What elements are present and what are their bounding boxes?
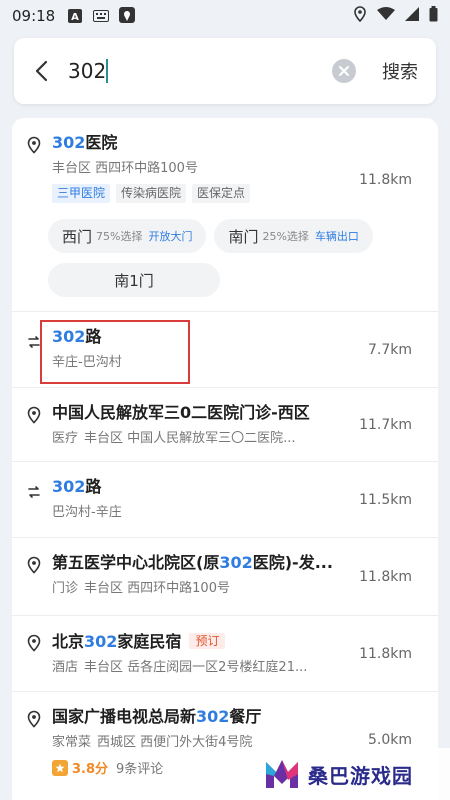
gate-percent: 25%选择 bbox=[262, 230, 309, 243]
title-highlight: 302 bbox=[52, 327, 86, 346]
category: 家常菜 bbox=[52, 735, 92, 750]
clear-button[interactable] bbox=[332, 59, 356, 83]
back-button[interactable] bbox=[28, 56, 54, 86]
result-title: 国家广播电视总局新302餐厅 bbox=[52, 706, 342, 728]
title-pre: 第五医学中心北院区(原 bbox=[52, 553, 220, 572]
a-icon: A bbox=[67, 8, 83, 24]
list-item[interactable]: 中国人民解放军三0二医院门诊-西区 医疗 丰台区 中国人民解放军三〇二医院... … bbox=[12, 388, 438, 462]
results-list: 302医院 丰台区 西四环中路100号 三甲医院 传染病医院 医保定点 11.8… bbox=[12, 118, 438, 800]
review-count: 9条评论 bbox=[116, 762, 164, 777]
status-right bbox=[353, 6, 438, 26]
title-rest: 医院 bbox=[85, 133, 118, 152]
map-pin-icon bbox=[119, 7, 136, 24]
gate-name: 西门 bbox=[62, 227, 93, 246]
list-item[interactable]: 北京302家庭民宿 预订 酒店 丰台区 岳各庄阅园一区2号楼红庭21... 11.8… bbox=[12, 616, 438, 692]
gate-button-south[interactable]: 南门 25%选择 车辆出口 bbox=[214, 219, 373, 253]
rating-score: 3.8分 bbox=[72, 762, 109, 777]
distance: 11.8km bbox=[359, 645, 412, 662]
location-pin-icon bbox=[26, 710, 42, 728]
gate-action: 开放大门 bbox=[148, 230, 193, 243]
title-pre: 国家广播电视总局新 bbox=[52, 707, 197, 726]
gate-name: 南门 bbox=[228, 227, 259, 246]
title-highlight: 302 bbox=[219, 553, 253, 572]
result-title: 第五医学中心北院区(原302医院)-发... bbox=[52, 552, 342, 574]
result-title: 302路 bbox=[52, 476, 342, 498]
distance: 11.8km bbox=[359, 568, 412, 585]
gate-button-south-1[interactable]: 南1门 bbox=[48, 263, 220, 297]
location-pin-icon bbox=[26, 556, 42, 574]
title-highlight: 302 bbox=[84, 632, 118, 651]
result-subtitle: 酒店 丰台区 岳各庄阅园一区2号楼红庭21... bbox=[52, 659, 342, 677]
location-pin-icon bbox=[26, 406, 42, 424]
route-stops: 巴沟村-辛庄 bbox=[52, 505, 122, 520]
location-pin-icon bbox=[26, 136, 42, 154]
category: 门诊 bbox=[52, 581, 79, 596]
title-rest: 路 bbox=[85, 327, 102, 346]
result-subtitle: 医疗 丰台区 中国人民解放军三〇二医院... bbox=[52, 430, 342, 448]
result-address: 丰台区 西四环中路100号 bbox=[52, 161, 198, 176]
status-bar: 09:18 A bbox=[0, 0, 450, 32]
bus-route-icon bbox=[26, 484, 42, 502]
list-item[interactable]: 302医院 丰台区 西四环中路100号 三甲医院 传染病医院 医保定点 11.8… bbox=[12, 118, 438, 312]
result-title: 北京302家庭民宿 预订 bbox=[52, 630, 342, 653]
distance: 7.7km bbox=[367, 341, 412, 358]
gate-button-west[interactable]: 西门 75%选择 开放大门 bbox=[48, 219, 207, 253]
booking-badge: 预订 bbox=[189, 633, 226, 649]
title-highlight: 302 bbox=[196, 707, 230, 726]
title-rest: 路 bbox=[85, 477, 102, 496]
search-input[interactable]: 302 bbox=[68, 59, 106, 83]
tag: 三甲医院 bbox=[52, 184, 111, 203]
result-subtitle: 门诊 丰台区 西四环中路100号 bbox=[52, 580, 342, 598]
list-item[interactable]: 第五医学中心北院区(原302医院)-发... 门诊 丰台区 西四环中路100号 1… bbox=[12, 538, 438, 616]
distance: 11.5km bbox=[359, 491, 412, 508]
distance: 11.7km bbox=[359, 416, 412, 433]
list-item[interactable]: 302路 辛庄-巴沟村 7.7km bbox=[12, 312, 438, 388]
title-pre: 北京 bbox=[52, 632, 85, 651]
bus-route-icon bbox=[26, 334, 42, 352]
address: 丰台区 岳各庄阅园一区2号楼红庭21... bbox=[84, 660, 308, 675]
search-bar: 302 搜索 bbox=[14, 38, 436, 104]
gate-percent: 75%选择 bbox=[96, 230, 143, 243]
address: 丰台区 中国人民解放军三〇二医院... bbox=[84, 431, 296, 446]
signal-icon bbox=[405, 7, 419, 25]
battery-icon bbox=[429, 6, 438, 26]
status-time: 09:18 bbox=[12, 7, 56, 25]
title-highlight: 302 bbox=[52, 477, 86, 496]
close-icon bbox=[339, 66, 349, 76]
address: 丰台区 西四环中路100号 bbox=[84, 581, 230, 596]
title-rest: 家庭民宿 bbox=[117, 632, 182, 651]
tag: 传染病医院 bbox=[116, 184, 187, 203]
keyboard-icon bbox=[93, 8, 110, 24]
list-item[interactable]: 302路 巴沟村-辛庄 11.5km bbox=[12, 462, 438, 538]
category: 酒店 bbox=[52, 660, 79, 675]
title-highlight: 302 bbox=[52, 133, 86, 152]
search-button[interactable]: 搜索 bbox=[382, 58, 418, 84]
result-title: 302路 bbox=[52, 326, 342, 348]
location-pin-icon bbox=[26, 634, 42, 652]
distance: 5.0km bbox=[367, 732, 412, 748]
chevron-left-icon bbox=[35, 60, 48, 82]
category: 医疗 bbox=[52, 431, 79, 446]
watermark-text: 桑巴游戏园 bbox=[308, 763, 413, 788]
result-title: 中国人民解放军三0二医院门诊-西区 bbox=[52, 403, 310, 422]
route-stops: 辛庄-巴沟村 bbox=[52, 355, 122, 370]
svg-text:A: A bbox=[71, 12, 79, 23]
watermark: 桑巴游戏园 bbox=[262, 748, 450, 800]
title-rest: 餐厅 bbox=[229, 707, 262, 726]
address: 西城区 西便门外大街4号院 bbox=[97, 735, 253, 750]
result-title: 302医院 bbox=[52, 132, 342, 154]
location-icon bbox=[353, 6, 367, 26]
gate-list: 西门 75%选择 开放大门 南门 25%选择 车辆出口 南1门 bbox=[48, 219, 424, 297]
tag: 医保定点 bbox=[192, 184, 251, 203]
gate-action: 车辆出口 bbox=[314, 230, 359, 243]
gate-name: 南1门 bbox=[114, 271, 154, 290]
text-caret bbox=[106, 59, 109, 83]
distance: 11.8km bbox=[359, 172, 412, 188]
wifi-icon bbox=[377, 7, 395, 25]
title-rest: 医院)-发... bbox=[252, 553, 333, 572]
rating-icon bbox=[52, 759, 68, 776]
watermark-logo-icon bbox=[266, 760, 298, 788]
